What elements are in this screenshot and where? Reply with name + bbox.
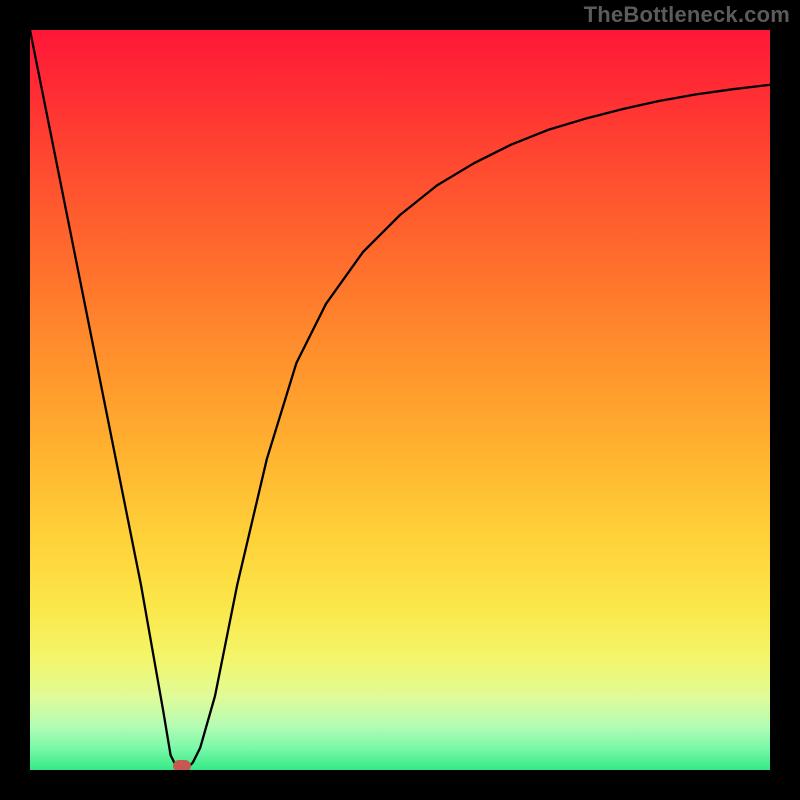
chart-frame: TheBottleneck.com bbox=[0, 0, 800, 800]
watermark-text: TheBottleneck.com bbox=[584, 2, 790, 28]
bottleneck-curve bbox=[30, 30, 770, 770]
plot-area bbox=[30, 30, 770, 770]
optimal-point-marker bbox=[173, 760, 191, 770]
